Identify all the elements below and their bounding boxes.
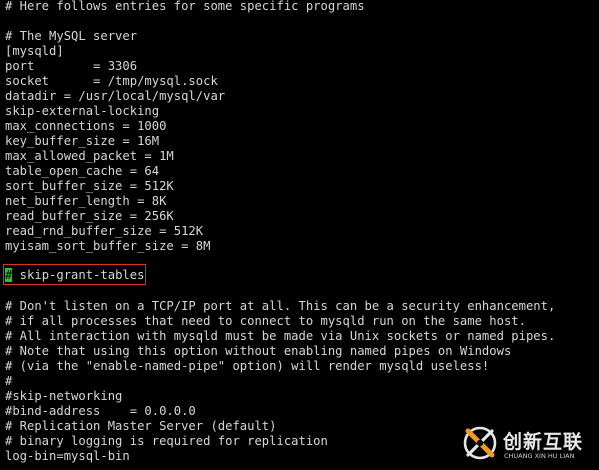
terminal-line: table_open_cache = 64: [5, 164, 160, 178]
terminal-line: # binary logging is required for replica…: [5, 434, 328, 448]
terminal-line: # if all processes that need to connect …: [5, 314, 526, 328]
terminal-line: read_buffer_size = 256K: [5, 209, 174, 223]
terminal-line: key_buffer_size = 16M: [5, 134, 160, 148]
terminal-line: #bind-address = 0.0.0.0: [5, 404, 196, 418]
terminal-line: # Don't listen on a TCP/IP port at all. …: [5, 299, 556, 313]
terminal-line: skip-external-locking: [5, 104, 160, 118]
watermark-cn-text: 创新互联: [503, 431, 584, 453]
terminal-line: port = 3306: [5, 59, 138, 73]
terminal-line: net_buffer_length = 8K: [5, 194, 167, 208]
skip-grant-tables-text: skip-grant-tables: [12, 268, 145, 282]
terminal-line: # Here follows entries for some specific…: [5, 0, 365, 13]
terminal-line: log-bin=mysql-bin: [5, 449, 130, 463]
terminal-line: [mysqld]: [5, 44, 64, 58]
terminal-line: #skip-networking: [5, 389, 123, 403]
terminal-line: # (via the "enable-named-pipe" option) w…: [5, 359, 490, 373]
terminal-line: max_connections = 1000: [5, 119, 167, 133]
skip-grant-tables-line[interactable]: # skip-grant-tables: [5, 268, 144, 283]
terminal-line: # All interaction with mysqld must be ma…: [5, 329, 556, 343]
terminal-line: read_rnd_buffer_size = 512K: [5, 224, 204, 238]
terminal-window[interactable]: # Here follows entries for some specific…: [0, 0, 599, 470]
terminal-line: datadir = /usr/local/mysql/var: [5, 89, 226, 103]
watermark-en-text: CHUANG XIN HU LIAN: [504, 452, 575, 460]
terminal-line: sort_buffer_size = 512K: [5, 179, 174, 193]
terminal-line: max_allowed_packet = 1M: [5, 149, 174, 163]
terminal-line: # The MySQL server: [5, 29, 138, 43]
watermark-logo: 创新互联 CHUANG XIN HU LIAN: [462, 424, 594, 464]
terminal-line: # Replication Master Server (default): [5, 419, 277, 433]
terminal-line: #: [5, 374, 13, 388]
terminal-line: socket = /tmp/mysql.sock: [5, 74, 218, 88]
terminal-line: # Note that using this option without en…: [5, 344, 512, 358]
brand-logo-icon: [463, 426, 497, 460]
terminal-line: myisam_sort_buffer_size = 8M: [5, 239, 211, 253]
